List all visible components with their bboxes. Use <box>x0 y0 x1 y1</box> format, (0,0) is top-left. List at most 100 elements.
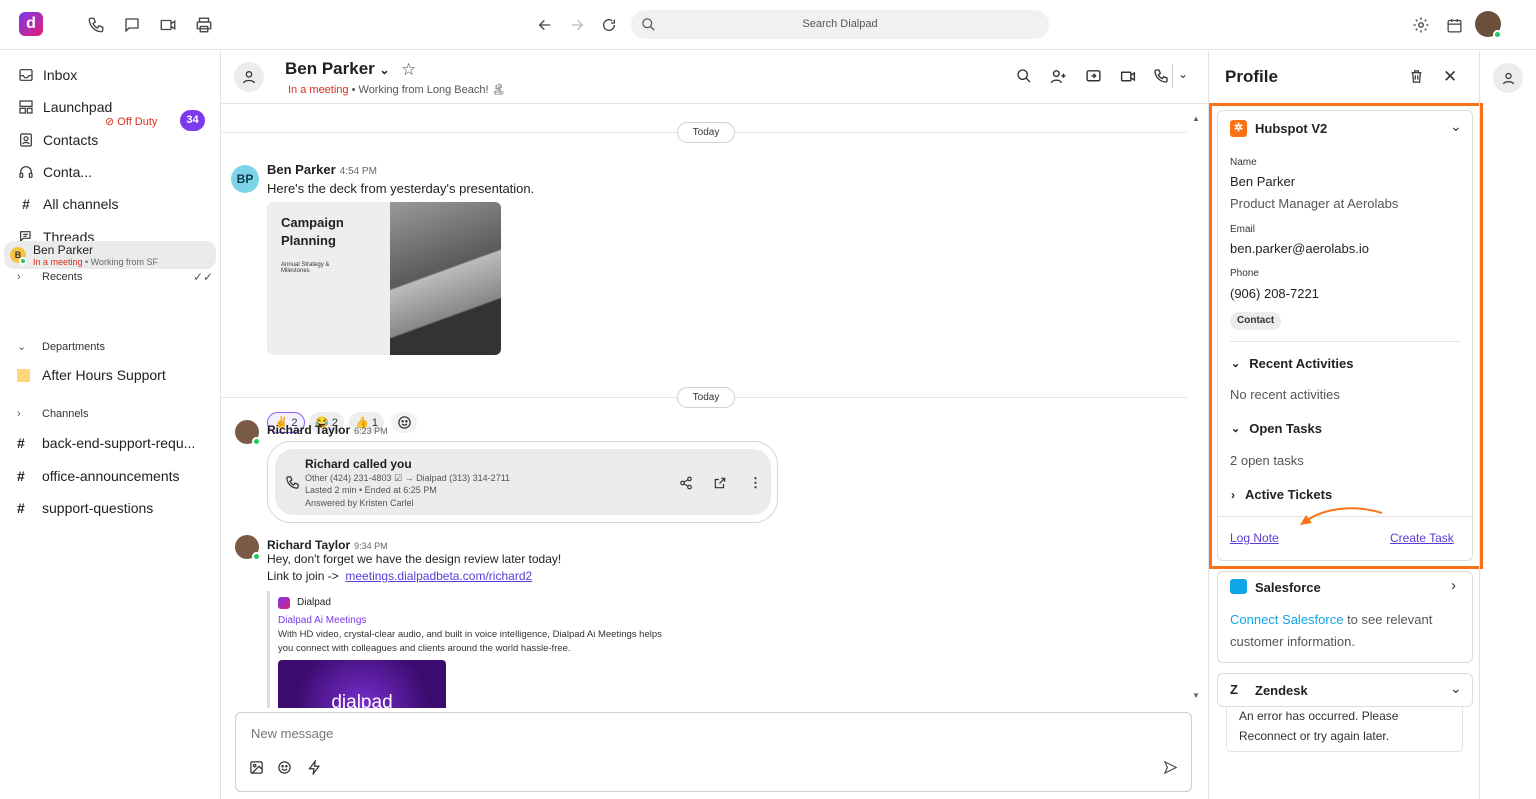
sender-name[interactable]: Richard Taylor <box>267 423 350 437</box>
channels-section-header[interactable]: › Channels <box>17 408 88 420</box>
chevron-down-icon[interactable]: ⌄ <box>1178 67 1188 81</box>
open-tasks-header[interactable]: ⌄ Open Tasks <box>1231 421 1322 436</box>
channel-item[interactable]: # office-announcements <box>17 466 180 486</box>
chevron-right-icon: › <box>1231 487 1235 502</box>
call-log-card[interactable]: Richard called you Other (424) 231-4803 … <box>267 441 778 523</box>
section-label: Recents <box>42 271 83 283</box>
channel-item[interactable]: # support-questions <box>17 498 153 518</box>
connect-salesforce-link[interactable]: Connect Salesforce <box>1230 612 1343 627</box>
chat-title[interactable]: Ben Parker ⌄ <box>285 59 390 79</box>
phone-call-icon[interactable] <box>1153 68 1169 84</box>
share-icon[interactable] <box>679 476 693 490</box>
dialpad-logo-icon[interactable]: d <box>19 12 43 36</box>
send-icon[interactable] <box>1163 760 1178 775</box>
message-header: Richard Taylor 6:23 PM <box>267 421 388 439</box>
scroll-down-arrow-icon[interactable]: ▼ <box>1192 691 1200 700</box>
departments-section-header[interactable]: ⌄ Departments <box>17 340 105 354</box>
mark-all-read-icon[interactable]: ✓✓ <box>193 270 213 284</box>
deck-title: Campaign Planning <box>281 215 344 248</box>
call-answered-by: Answered by Kristen Carlel <box>305 498 414 508</box>
unread-badge: 34 <box>180 110 205 131</box>
settings-gear-icon[interactable] <box>1409 13 1433 37</box>
message-icon[interactable] <box>120 13 144 37</box>
printer-icon[interactable] <box>192 13 216 37</box>
department-color-swatch <box>17 368 30 382</box>
chat-header: Ben Parker ⌄ ☆ In a meeting • Working fr… <box>221 51 1208 104</box>
trash-icon[interactable] <box>1409 69 1424 84</box>
profile-toggle-icon[interactable] <box>1493 63 1523 93</box>
hubspot-logo-icon: ✲ <box>1230 120 1247 137</box>
emoji-icon[interactable] <box>277 760 292 775</box>
chevron-down-icon: ⌄ <box>1231 423 1241 435</box>
open-external-icon[interactable] <box>713 476 727 490</box>
contact-phone-value[interactable]: (906) 208-7221 <box>1230 286 1319 301</box>
scroll-up-arrow-icon[interactable]: ▲ <box>1192 114 1200 123</box>
create-task-link[interactable]: Create Task <box>1390 531 1454 545</box>
more-options-icon[interactable]: ⋮ <box>749 475 762 491</box>
nav-inbox[interactable]: Inbox <box>17 65 77 85</box>
chevron-down-icon[interactable]: ⌄ <box>380 63 390 77</box>
right-rail <box>1479 51 1536 799</box>
zendesk-title: Zendesk <box>1255 683 1308 698</box>
video-call-icon[interactable] <box>1119 68 1137 85</box>
call-from: Other (424) 231-4803 <box>305 473 392 483</box>
dialpad-logo-icon <box>278 597 290 609</box>
hash-icon: # <box>17 435 25 451</box>
top-bar: d Search Dialpad <box>0 0 1536 50</box>
call-route: Other (424) 231-4803 ☑ → Dialpad (313) 3… <box>305 473 511 483</box>
contact-email-value[interactable]: ben.parker@aerolabs.io <box>1230 241 1369 256</box>
add-reaction-icon[interactable] <box>391 412 417 433</box>
contact-name: Ben Parker <box>285 59 375 78</box>
screen-share-icon[interactable] <box>1085 68 1102 85</box>
refresh-icon[interactable] <box>597 13 621 37</box>
chevron-right-icon[interactable]: › <box>1451 577 1456 594</box>
preview-image: dialpad <box>278 660 446 708</box>
link-preview[interactable]: Dialpad Dialpad Ai Meetings With HD vide… <box>267 591 696 708</box>
log-note-link[interactable]: Log Note <box>1230 531 1279 545</box>
search-bar[interactable]: Search Dialpad <box>631 10 1049 39</box>
back-arrow-icon[interactable] <box>533 13 557 37</box>
nav-contacts[interactable]: Contacts <box>17 130 98 150</box>
sender-name[interactable]: Ben Parker <box>267 162 336 177</box>
recent-conversation-ben-parker[interactable]: B Ben Parker In a meeting • Working from… <box>4 241 216 269</box>
channel-item[interactable]: # back-end-support-requ... <box>17 433 195 453</box>
calendar-icon[interactable] <box>1442 13 1466 37</box>
active-tickets-header[interactable]: › Active Tickets <box>1231 487 1332 502</box>
nav-launchpad[interactable]: Launchpad <box>17 97 112 117</box>
search-icon[interactable] <box>1016 68 1032 84</box>
sender-name[interactable]: Richard Taylor <box>267 538 350 552</box>
chevron-down-icon[interactable]: ⌄ <box>1450 118 1462 135</box>
favorite-star-icon[interactable]: ☆ <box>401 60 416 80</box>
contact-avatar-icon[interactable] <box>234 62 264 92</box>
message-input[interactable]: New message <box>251 726 333 741</box>
forward-arrow-icon[interactable] <box>565 13 589 37</box>
message-time: 4:54 PM <box>339 166 377 177</box>
recent-activities-header[interactable]: ⌄ Recent Activities <box>1231 356 1354 371</box>
online-status-dot <box>1493 30 1502 39</box>
image-attach-icon[interactable] <box>249 760 264 775</box>
launchpad-icon <box>17 98 35 116</box>
meeting-link[interactable]: meetings.dialpadbeta.com/richard2 <box>345 569 532 583</box>
section-label: Recent Activities <box>1249 356 1354 371</box>
recents-section-header[interactable]: › Recents <box>17 271 82 283</box>
close-icon[interactable]: ✕ <box>1443 67 1457 87</box>
add-person-icon[interactable] <box>1050 68 1067 85</box>
chevron-down-icon[interactable]: ⌄ <box>1450 680 1462 697</box>
contacts-icon <box>17 131 35 149</box>
date-pill: Today <box>677 387 735 408</box>
date-pill: Today <box>677 122 735 143</box>
phone-icon[interactable] <box>84 13 108 37</box>
lightning-icon[interactable] <box>307 760 322 775</box>
avatar[interactable]: BP <box>231 165 259 193</box>
presentation-attachment[interactable]: Campaign Planning Annual Strategy & Mile… <box>267 202 501 355</box>
nav-all-channels[interactable]: # All channels <box>17 194 118 214</box>
nav-contact-center[interactable]: Conta... <box>17 162 92 182</box>
video-icon[interactable] <box>156 13 180 37</box>
section-label: Channels <box>42 408 89 420</box>
department-item[interactable]: After Hours Support <box>17 365 166 385</box>
preview-title[interactable]: Dialpad Ai Meetings <box>278 615 366 626</box>
search-placeholder: Search Dialpad <box>802 18 878 30</box>
off-duty-status[interactable]: ⊘ Off Duty <box>105 115 157 128</box>
hash-icon: # <box>17 468 25 484</box>
chevron-down-icon: ⌄ <box>17 341 27 353</box>
